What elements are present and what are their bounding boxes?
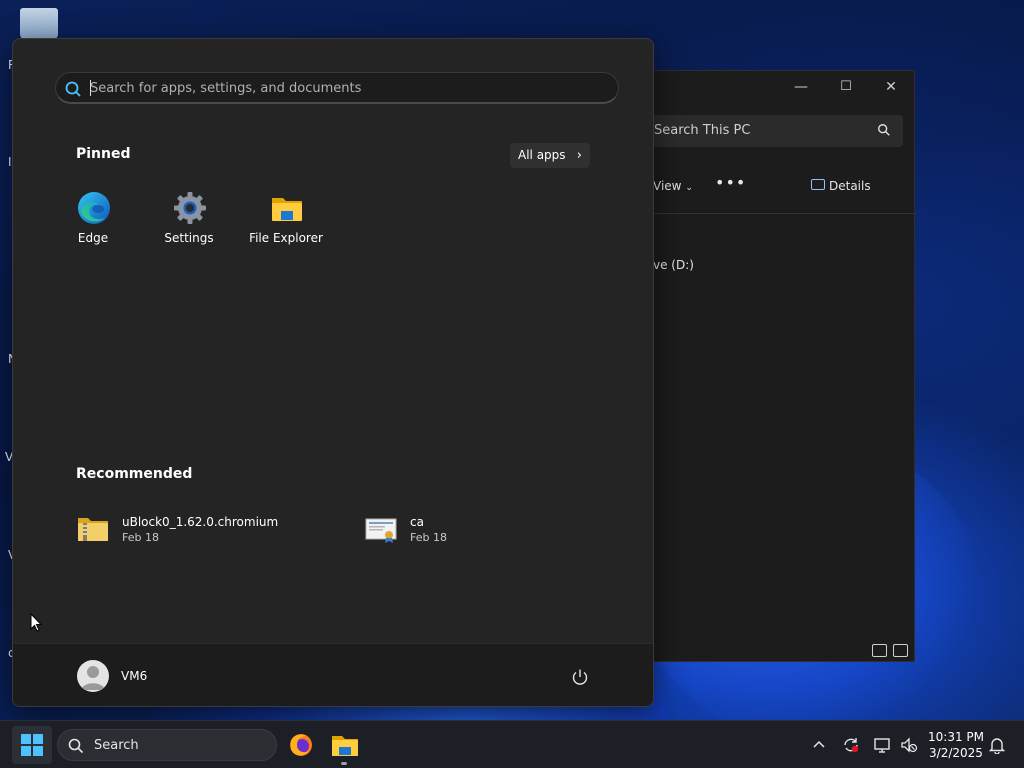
start-menu: Pinned All apps › Edge — [12, 38, 654, 707]
tiles-view-icon[interactable] — [893, 644, 908, 657]
recommended-item-name: uBlock0_1.62.0.chromium — [122, 515, 279, 529]
user-icon — [81, 666, 105, 690]
clock[interactable]: 10:31 PM 3/2/2025 — [924, 729, 988, 761]
view-menu-button[interactable]: View ⌄ — [653, 179, 693, 193]
all-apps-button[interactable]: All apps › — [510, 143, 590, 168]
mouse-cursor-icon — [30, 613, 42, 632]
recommended-title: Recommended — [76, 466, 193, 482]
edge-icon — [78, 192, 110, 224]
desktop-icon-label: I — [8, 155, 12, 169]
recycle-bin-icon[interactable] — [20, 8, 58, 40]
file-explorer-taskbar-icon[interactable] — [329, 729, 361, 761]
text-caret — [90, 80, 91, 96]
close-button[interactable]: ✕ — [879, 77, 903, 97]
recommended-item-date: Feb 18 — [122, 531, 159, 544]
explorer-titlebar[interactable]: — ☐ ✕ — [641, 71, 914, 103]
user-avatar[interactable] — [77, 660, 109, 692]
recommended-item-date: Feb 18 — [410, 531, 447, 544]
clock-time: 10:31 PM — [928, 730, 984, 744]
taskbar-search-box[interactable]: Search — [57, 729, 277, 761]
start-footer: VM6 — [13, 643, 653, 706]
volume-muted-icon[interactable] — [900, 736, 918, 754]
sync-icon[interactable] — [842, 736, 860, 754]
chevron-down-icon: ⌄ — [685, 183, 693, 193]
user-name[interactable]: VM6 — [121, 669, 147, 683]
file-explorer-window[interactable]: — ☐ ✕ Search This PC View ⌄ ••• Details … — [640, 70, 916, 662]
folder-icon — [272, 198, 302, 221]
network-icon[interactable] — [873, 736, 891, 754]
notification-bell-icon[interactable] — [988, 736, 1006, 754]
search-icon — [68, 738, 84, 754]
pinned-app-file-explorer[interactable]: File Explorer — [238, 181, 334, 253]
explorer-search-placeholder: Search This PC — [654, 123, 751, 138]
explorer-search-box[interactable]: Search This PC — [641, 115, 903, 147]
taskbar-search-label: Search — [94, 738, 139, 753]
pinned-title: Pinned — [76, 146, 131, 162]
start-search-input[interactable] — [90, 77, 590, 99]
recommended-item-name: ca — [410, 515, 424, 529]
more-options-button[interactable]: ••• — [715, 173, 746, 192]
pinned-app-label: File Explorer — [249, 231, 323, 245]
settings-gear-icon — [174, 192, 206, 224]
search-icon — [878, 124, 890, 136]
taskbar: Search 10:31 PM 3/2/2025 — [0, 720, 1024, 768]
details-pane-button[interactable]: Details — [811, 179, 871, 193]
chevron-right-icon: › — [576, 148, 582, 163]
recommended-item-ublock[interactable]: uBlock0_1.62.0.chromium Feb 18 — [77, 509, 337, 549]
pinned-app-edge[interactable]: Edge — [45, 181, 141, 253]
start-button[interactable] — [12, 726, 52, 764]
view-label: View — [653, 179, 682, 193]
zip-folder-icon — [78, 518, 108, 541]
pinned-app-settings[interactable]: Settings — [141, 181, 237, 253]
explorer-toolbar: View ⌄ ••• Details — [641, 171, 916, 203]
power-icon[interactable] — [571, 668, 589, 686]
pinned-app-label: Edge — [77, 231, 109, 245]
certificate-icon — [365, 518, 397, 543]
explorer-divider — [641, 213, 916, 214]
clock-date: 3/2/2025 — [929, 746, 983, 760]
firefox-icon[interactable] — [285, 729, 317, 761]
list-view-icon[interactable] — [872, 644, 887, 657]
maximize-button[interactable]: ☐ — [834, 77, 858, 97]
minimize-button[interactable]: — — [789, 77, 813, 97]
recommended-item-ca[interactable]: ca Feb 18 — [365, 509, 625, 549]
pinned-app-label: Settings — [164, 231, 214, 245]
windows-logo-icon — [21, 734, 43, 756]
details-label: Details — [829, 179, 871, 193]
chevron-up-icon[interactable] — [810, 736, 828, 754]
view-toggle — [872, 644, 908, 657]
start-search-box[interactable] — [55, 72, 619, 104]
details-pane-icon — [811, 179, 825, 190]
all-apps-label: All apps — [518, 148, 566, 162]
search-icon — [65, 81, 81, 97]
running-indicator — [341, 762, 347, 765]
drive-item[interactable]: ve (D:) — [653, 258, 694, 272]
